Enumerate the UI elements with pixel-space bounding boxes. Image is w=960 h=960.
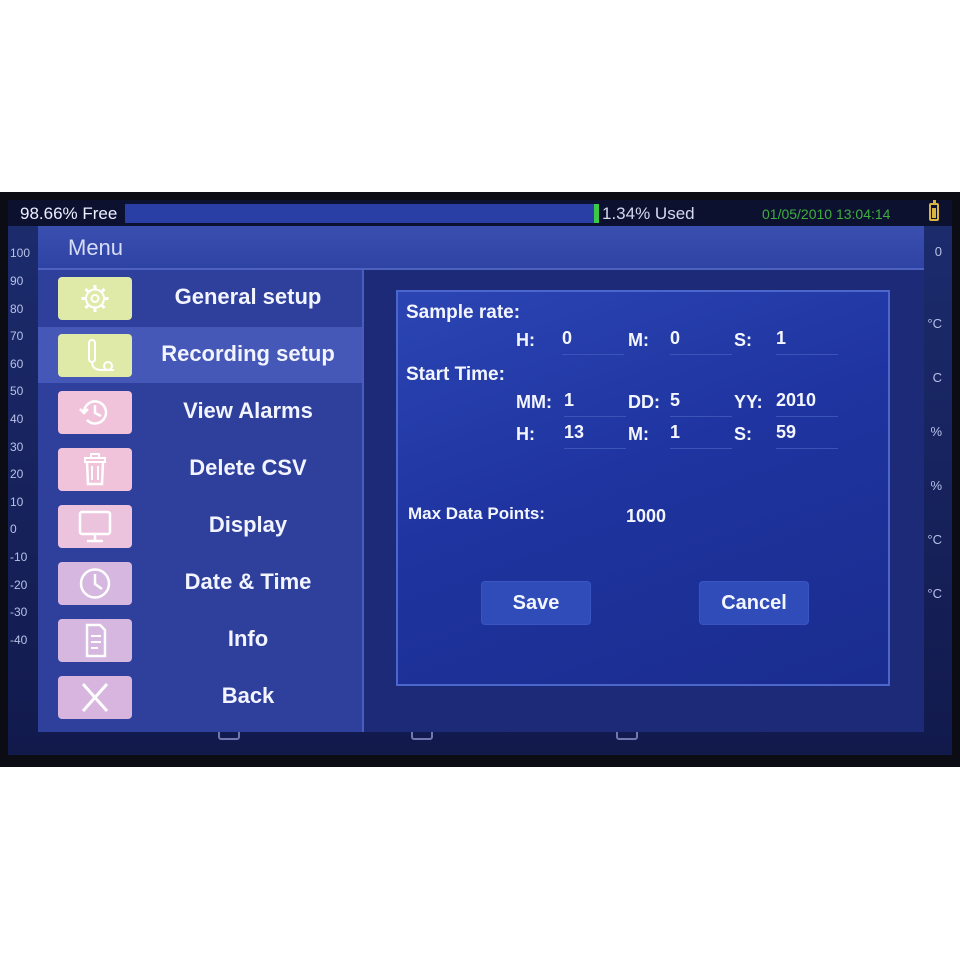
y-tick: 30: [10, 440, 24, 454]
sidebar-divider: [362, 270, 364, 732]
max-data-points-value[interactable]: 1000: [626, 506, 666, 527]
status-bar: 98.66% Free 1.34% Used 01/05/2010 13:04:…: [8, 200, 952, 226]
menu-item-delete-csv[interactable]: Delete CSV: [38, 441, 362, 497]
cancel-button[interactable]: Cancel: [700, 582, 808, 624]
menu-item-general-setup[interactable]: General setup: [38, 270, 362, 326]
battery-icon: [929, 200, 939, 221]
menu-title-bar: Menu: [38, 226, 924, 270]
y-tick: 80: [10, 302, 24, 316]
sample-minutes-field[interactable]: 0: [670, 328, 732, 355]
sample-seconds-label: S:: [734, 330, 752, 350]
sample-seconds-field[interactable]: 1: [776, 328, 838, 355]
y-tick: 10: [10, 495, 24, 509]
probe-icon: [58, 334, 132, 377]
start-year-field[interactable]: 2010: [776, 390, 838, 417]
start-year-label: YY:: [734, 392, 763, 412]
y-tick: 70: [10, 329, 24, 343]
start-day-field[interactable]: 5: [670, 390, 732, 417]
unit-label: °C: [927, 532, 942, 547]
start-hour-label: H:: [516, 424, 535, 444]
menu-item-label: Recording setup: [161, 341, 335, 366]
start-second-field[interactable]: 59: [776, 422, 838, 449]
status-datetime: 01/05/2010 13:04:14: [762, 206, 891, 222]
menu-item-label: Delete CSV: [189, 455, 307, 480]
save-button[interactable]: Save: [482, 582, 590, 624]
menu-item-label: View Alarms: [183, 398, 313, 423]
y-tick: 50: [10, 384, 24, 398]
y-tick: 90: [10, 274, 24, 288]
menu-item-date-time[interactable]: Date & Time: [38, 555, 362, 611]
document-icon: [58, 619, 132, 662]
device-screen: 98.66% Free 1.34% Used 01/05/2010 13:04:…: [8, 200, 952, 755]
menu-item-back[interactable]: Back: [38, 669, 362, 725]
start-minute-field[interactable]: 1: [670, 422, 732, 449]
start-month-field[interactable]: 1: [564, 390, 626, 417]
close-icon: [58, 676, 132, 719]
menu-item-info[interactable]: Info: [38, 612, 362, 668]
y-tick: 60: [10, 357, 24, 371]
start-hour-field[interactable]: 13: [564, 422, 626, 449]
y-tick: 40: [10, 412, 24, 426]
y-tick: 0: [10, 522, 17, 536]
menu-item-label: Back: [221, 683, 275, 708]
menu-sidebar: General setup Recording setup View Alarm…: [38, 270, 362, 732]
alarm-history-icon: [58, 391, 132, 434]
menu-item-label: Display: [208, 512, 288, 537]
menu-item-view-alarms[interactable]: View Alarms: [38, 384, 362, 440]
start-second-label: S:: [734, 424, 752, 444]
start-time-label: Start Time:: [406, 364, 505, 385]
menu-item-recording-setup[interactable]: Recording setup: [38, 327, 362, 383]
y-tick: -40: [10, 633, 28, 647]
menu-item-label: General setup: [174, 284, 322, 309]
y-tick: 20: [10, 467, 24, 481]
menu-item-label: Info: [227, 626, 269, 651]
unit-label: C: [932, 370, 942, 385]
monitor-icon: [58, 505, 132, 548]
sample-rate-label: Sample rate:: [406, 302, 521, 323]
y-tick: 100: [10, 246, 31, 260]
menu-item-display[interactable]: Display: [38, 498, 362, 554]
storage-used-text: 1.34% Used: [602, 204, 695, 223]
unit-label: 0: [934, 244, 942, 259]
unit-label: °C: [927, 316, 942, 331]
y-tick: -30: [10, 605, 28, 619]
storage-usage-bar: [125, 204, 595, 223]
y-tick: -10: [10, 550, 28, 564]
start-month-label: MM:: [516, 392, 552, 412]
clock-icon: [58, 562, 132, 605]
start-day-label: DD:: [628, 392, 660, 412]
unit-label: %: [930, 478, 942, 493]
unit-label: °C: [927, 586, 942, 601]
recording-setup-form: Sample rate: H: 0 M: 0 S: 1 Start Time: …: [396, 290, 890, 686]
menu-panel: General setup Recording setup View Alarm…: [38, 270, 924, 732]
trash-icon: [58, 448, 132, 491]
storage-free-text: 98.66% Free: [20, 204, 118, 223]
start-minute-label: M:: [628, 424, 649, 444]
menu-item-label: Date & Time: [184, 569, 312, 594]
sample-hours-label: H:: [516, 330, 535, 350]
sample-hours-field[interactable]: 0: [562, 328, 624, 355]
menu-title: Menu: [68, 235, 124, 260]
storage-used-marker: [594, 204, 599, 223]
sample-minutes-label: M:: [628, 330, 649, 350]
gear-icon: [58, 277, 132, 320]
max-data-points-label: Max Data Points:: [408, 504, 545, 523]
unit-label: %: [930, 424, 942, 439]
y-tick: -20: [10, 578, 28, 592]
